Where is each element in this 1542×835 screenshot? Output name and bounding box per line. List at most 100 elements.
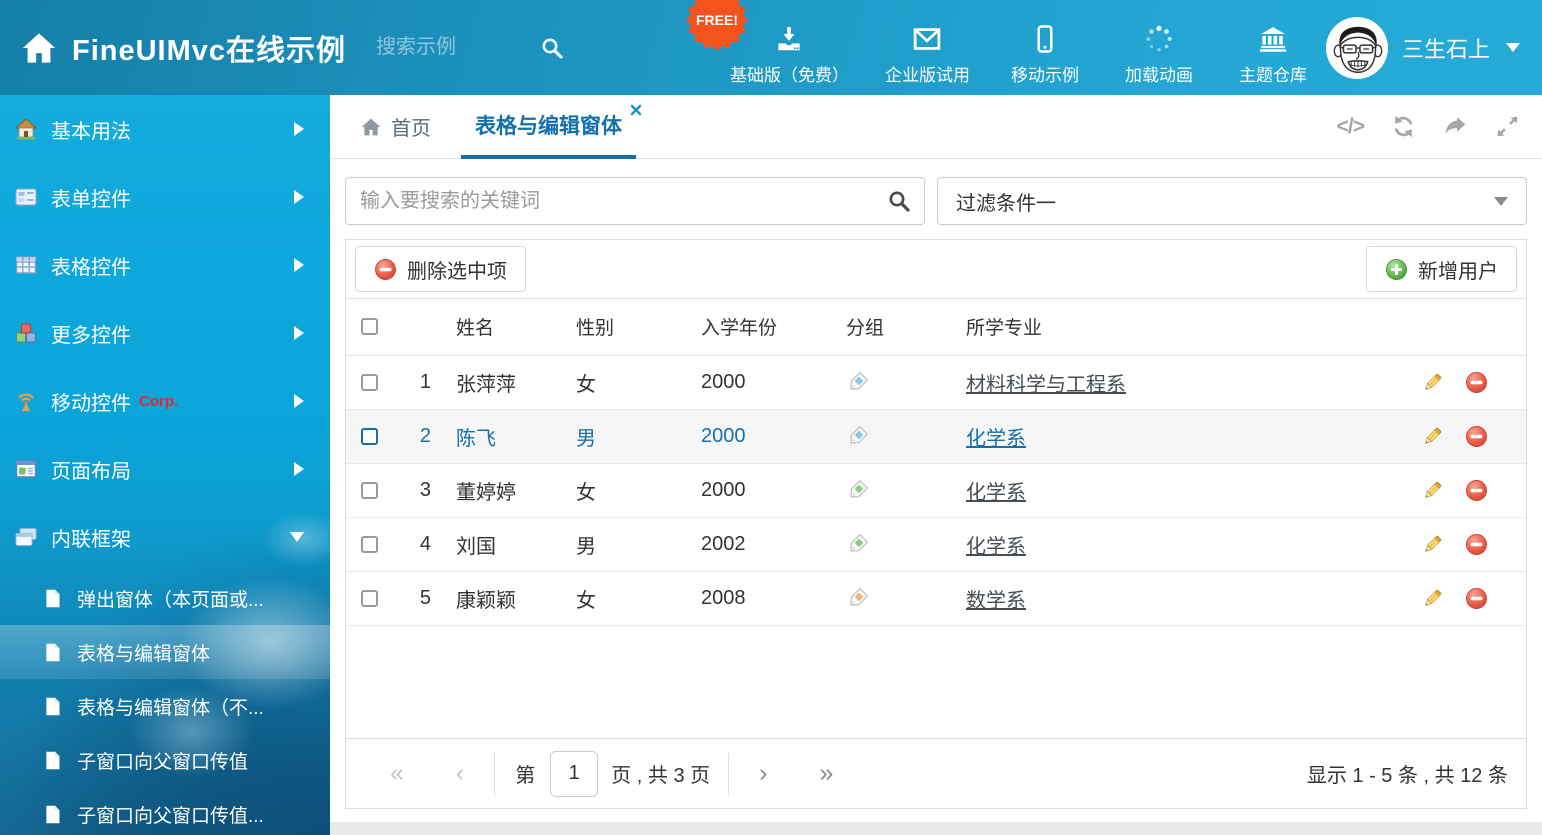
sidebar-item-label: 表单控件	[51, 183, 131, 212]
close-icon[interactable]	[630, 104, 642, 116]
nav-theme-repo[interactable]: 主题仓库	[1234, 10, 1312, 86]
tab-home-label: 首页	[391, 112, 431, 141]
spinner-icon	[1144, 24, 1174, 54]
row-number: 5	[394, 571, 444, 625]
user-menu[interactable]: 三生石上	[1326, 17, 1520, 79]
major-link[interactable]: 材料科学与工程系	[966, 374, 1126, 396]
row-checkbox[interactable]	[361, 374, 378, 391]
sidebar-subitem-label: 弹出窗体（本页面或...	[77, 585, 264, 612]
search-icon[interactable]	[887, 189, 911, 213]
tag-icon	[846, 479, 869, 502]
divider	[728, 753, 729, 795]
nav-mobile-demo[interactable]: 移动示例	[1006, 10, 1084, 86]
delete-icon[interactable]	[1465, 533, 1488, 556]
sidebar: 基本用法 表单控件 表格控件 更多控件 移动控件 Corp. 页面布局 内联框架…	[0, 95, 330, 835]
last-page-button[interactable]: »	[793, 759, 859, 788]
chevron-right-icon	[294, 394, 304, 408]
corp-badge: Corp.	[139, 393, 178, 410]
sidebar-item-page-layout[interactable]: 页面布局	[0, 435, 330, 503]
filter-dropdown[interactable]: 过滤条件一	[937, 177, 1527, 225]
tab-grid-edit-window[interactable]: 表格与编辑窗体	[461, 95, 636, 159]
sidebar-item-table-controls[interactable]: 表格控件	[0, 231, 330, 299]
table-row: 2 陈飞 男 2000 化学系	[346, 409, 1526, 463]
delete-icon[interactable]	[1465, 371, 1488, 394]
delete-selected-button[interactable]: 删除选中项	[355, 246, 526, 292]
avatar-face	[1327, 18, 1388, 79]
sidebar-item-label: 内联框架	[51, 523, 131, 552]
chevron-right-icon	[294, 122, 304, 136]
cell-name: 刘国	[444, 517, 564, 571]
nav-loading-animation[interactable]: 加载动画	[1120, 10, 1198, 86]
cubes-icon	[14, 321, 38, 345]
major-link[interactable]: 化学系	[966, 536, 1026, 558]
prev-page-button[interactable]: ‹	[430, 759, 490, 788]
first-page-button[interactable]: «	[364, 759, 430, 788]
row-checkbox[interactable]	[361, 536, 378, 553]
home-icon[interactable]	[20, 29, 58, 67]
nav-enterprise-trial[interactable]: 企业版试用	[885, 10, 970, 86]
expand-icon[interactable]	[1495, 114, 1520, 139]
refresh-icon[interactable]	[1391, 114, 1416, 139]
sidebar-item-mobile-controls[interactable]: 移动控件 Corp.	[0, 367, 330, 435]
delete-icon[interactable]	[1465, 479, 1488, 502]
table-icon	[14, 253, 38, 277]
nav-label: 基础版（免费）	[730, 61, 849, 86]
sidebar-subitem-label: 表格与编辑窗体（不...	[77, 693, 264, 720]
add-user-button[interactable]: 新增用户	[1366, 246, 1517, 292]
table-row: 4 刘国 男 2002 化学系	[346, 517, 1526, 571]
cell-year: 2008	[689, 571, 834, 625]
chevron-right-icon	[294, 326, 304, 340]
delete-icon[interactable]	[1465, 425, 1488, 448]
row-checkbox[interactable]	[361, 590, 378, 607]
edit-icon[interactable]	[1421, 587, 1444, 610]
delete-icon[interactable]	[1465, 587, 1488, 610]
search-icon[interactable]	[540, 36, 564, 60]
bank-icon	[1258, 24, 1288, 54]
tab-home[interactable]: 首页	[360, 112, 431, 141]
row-number: 4	[394, 517, 444, 571]
row-checkbox[interactable]	[361, 482, 378, 499]
row-number: 3	[394, 463, 444, 517]
major-link[interactable]: 数学系	[966, 590, 1026, 612]
page-number-input[interactable]	[550, 751, 598, 797]
major-link[interactable]: 化学系	[966, 482, 1026, 504]
keyword-search-input[interactable]	[345, 177, 925, 225]
edit-icon[interactable]	[1421, 533, 1444, 556]
sidebar-item-form-controls[interactable]: 表单控件	[0, 163, 330, 231]
cell-name: 董婷婷	[444, 463, 564, 517]
header-search-input[interactable]	[376, 36, 526, 59]
cell-gender: 男	[564, 409, 689, 463]
header-nav: 基础版（免费） 企业版试用 移动示例 加载动画 主题仓库	[730, 10, 1312, 86]
sidebar-item-more-controls[interactable]: 更多控件	[0, 299, 330, 367]
tab-tools: </>	[1337, 114, 1520, 139]
tag-icon	[846, 533, 869, 556]
file-icon	[42, 696, 63, 717]
major-link[interactable]: 化学系	[966, 428, 1026, 450]
code-icon[interactable]: </>	[1337, 115, 1364, 139]
sidebar-subitem-child-to-parent-2[interactable]: 子窗口向父窗口传值...	[0, 787, 330, 835]
sidebar-item-basic-usage[interactable]: 基本用法	[0, 95, 330, 163]
edit-icon[interactable]	[1421, 425, 1444, 448]
grid-panel: 删除选中项 新增用户 姓名 性别 入学年份 分组 所学专业	[345, 239, 1527, 809]
tag-icon	[846, 371, 869, 394]
sidebar-item-inline-frame[interactable]: 内联框架	[0, 503, 330, 571]
select-all-checkbox[interactable]	[361, 318, 378, 335]
cell-gender: 男	[564, 517, 689, 571]
minus-circle-icon	[374, 258, 397, 281]
edit-icon[interactable]	[1421, 371, 1444, 394]
nav-basic-edition[interactable]: 基础版（免费）	[730, 10, 849, 86]
sidebar-subitem-grid-edit-window-2[interactable]: 表格与编辑窗体（不...	[0, 679, 330, 733]
sidebar-item-label: 移动控件	[51, 387, 131, 416]
row-number: 1	[394, 355, 444, 409]
filter-dropdown-value: 过滤条件一	[956, 187, 1056, 216]
row-checkbox[interactable]	[361, 428, 378, 445]
next-page-button[interactable]: ›	[733, 759, 793, 788]
nav-label: 主题仓库	[1239, 61, 1307, 86]
sidebar-subitem-child-to-parent[interactable]: 子窗口向父窗口传值	[0, 733, 330, 787]
main-content: 首页 表格与编辑窗体 </> 过滤条件一 删除选中项	[330, 95, 1542, 822]
sidebar-subitem-grid-edit-window[interactable]: 表格与编辑窗体	[0, 625, 330, 679]
edit-icon[interactable]	[1421, 479, 1444, 502]
share-icon[interactable]	[1443, 114, 1468, 139]
sidebar-subitem-popup-window[interactable]: 弹出窗体（本页面或...	[0, 571, 330, 625]
free-badge: FREE!	[688, 0, 746, 49]
